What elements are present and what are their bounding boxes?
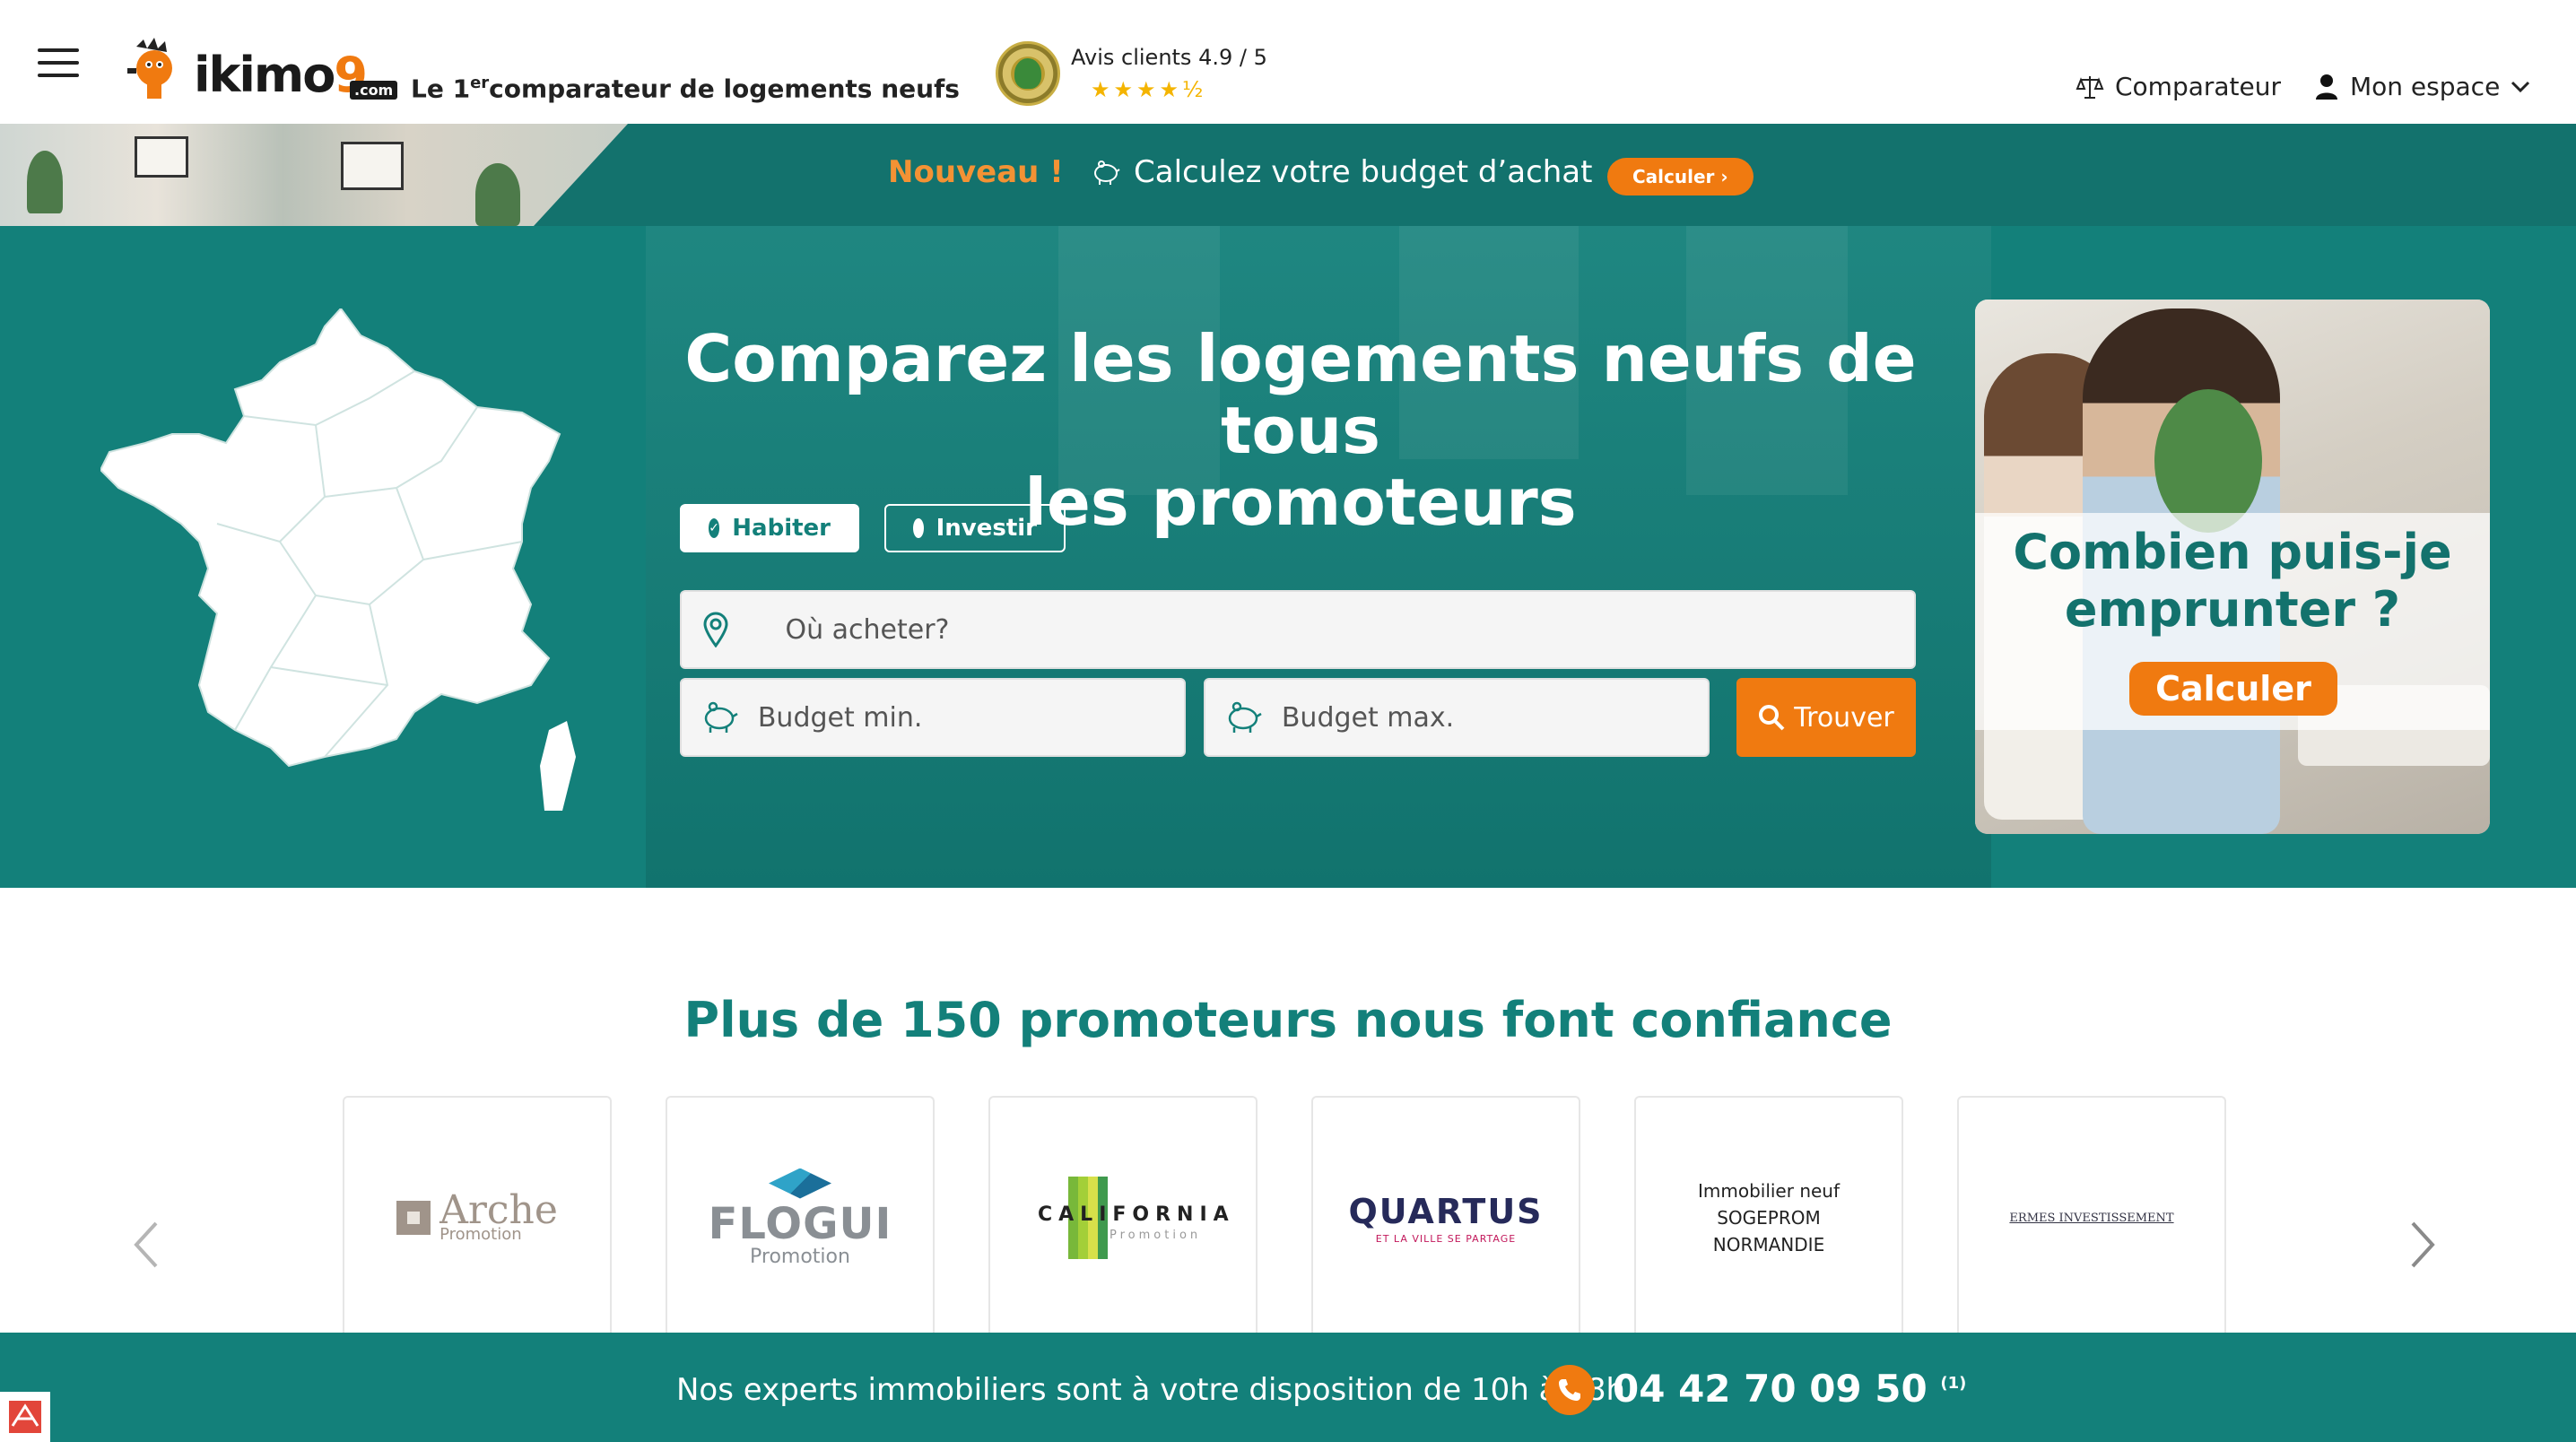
partner-logo-california[interactable]: CALIFORNIA Promotion [988,1096,1258,1338]
arche-name: Arche [439,1186,558,1233]
quartus-sub: ET LA VILLE SE PARTAGE [1375,1232,1517,1245]
quartus-name: QUARTUS [1348,1191,1544,1231]
sogeprom-line1: Immobilier neuf [1697,1180,1841,1202]
widget-icon [9,1401,41,1433]
toggle-investir-label: Investir [936,515,1037,542]
user-icon [2316,74,2337,100]
partner-logo-quartus[interactable]: QUARTUS ET LA VILLE SE PARTAGE [1311,1096,1580,1338]
hero-section: Comparez les logements neufs de tous les… [0,226,2576,888]
flogui-name: FLOGUI [708,1198,892,1249]
logo-wordmark: ikimo9 [194,47,368,103]
promo-calculer-button[interactable]: Calculer › [1607,158,1754,195]
award-seal-icon [996,41,1060,106]
mascot-icon [127,38,172,99]
radio-icon [913,518,924,538]
promo-banner: Nouveau ! Calculez votre budget d’achat [0,124,2576,226]
flogui-sub: Promotion [750,1245,850,1268]
piggy-bank-icon [1094,161,1120,185]
loan-card-title-line2: emprunter ? [2064,581,2401,638]
toggle-investir[interactable]: Investir [884,504,1066,552]
loan-simulator-card[interactable]: Combien puis-je emprunter ? Calculer [1975,300,2490,834]
budget-max-input[interactable] [1281,701,1708,734]
chevron-down-icon [2511,81,2530,92]
logo[interactable]: ikimo9 .com [124,34,402,106]
partner-logo-arche[interactable]: Arche Promotion [343,1096,612,1338]
phone-number[interactable]: 04 42 70 09 50 (1) [1613,1367,1966,1411]
promo-text-label: Calculez votre budget d’achat [1134,154,1593,190]
customer-reviews[interactable]: Avis clients 4.9 / 5 ★★★★½ [996,41,1267,109]
site-header: ikimo9 .com Le 1ercomparateur de logemen… [0,0,2576,124]
loan-calculer-button[interactable]: Calculer [2129,662,2337,716]
budget-min-field[interactable] [680,678,1186,757]
contact-text: Nos experts immobiliers sont à votre dis… [676,1372,1635,1408]
map-pin-icon [703,612,728,647]
nav-comparateur-label: Comparateur [2115,72,2282,101]
hero-title-line1: Comparez les logements neufs de tous [684,321,1917,468]
piggy-bank-icon [1229,701,1263,733]
california-name: CALIFORNIA [1038,1203,1235,1226]
nav-mon-espace-label: Mon espace [2350,72,2501,101]
budget-max-field[interactable] [1204,678,1710,757]
reviews-label: Avis clients 4.9 / 5 [1071,45,1267,70]
chevron-right-icon[interactable] [2404,1220,2440,1270]
ermes-name: ERMES INVESTISSEMENT [2009,1211,2174,1225]
nav-comparateur[interactable]: Comparateur [2076,72,2281,101]
loan-card-title-line1: Combien puis-je [2013,524,2452,580]
scale-icon [2076,75,2104,99]
sogeprom-line3: NORMANDIE [1712,1234,1825,1255]
arche-mark-icon [396,1201,431,1235]
flogui-mark-icon [768,1168,831,1199]
sogeprom-line2: SOGEPROM [1717,1207,1821,1229]
partner-logo-sogeprom[interactable]: Immobilier neuf SOGEPROM NORMANDIE [1634,1096,1903,1338]
widget-badge[interactable] [0,1392,50,1442]
california-sub: Promotion [1110,1229,1202,1242]
logo-domain: .com [350,81,398,100]
menu-icon[interactable] [38,48,79,77]
find-button-label: Trouver [1794,701,1894,734]
toggle-habiter-label: Habiter [732,515,831,542]
nav-mon-espace[interactable]: Mon espace [2314,72,2530,101]
phone-icon[interactable] [1545,1365,1595,1415]
piggy-bank-icon [705,701,739,733]
toggle-habiter[interactable]: ✓ Habiter [680,504,859,552]
rating-stars: ★★★★½ [1091,77,1207,102]
location-field[interactable] [680,590,1916,669]
check-icon: ✓ [709,518,720,538]
location-input[interactable] [749,613,1914,646]
partner-logo-ermes[interactable]: ERMES INVESTISSEMENT [1957,1096,2226,1338]
france-map[interactable] [100,308,585,829]
loan-card-title: Combien puis-je emprunter ? [1975,524,2490,638]
promo-banner-photo [0,124,628,226]
tagline: Le 1ercomparateur de logements neufs [411,74,960,104]
partner-logo-flogui[interactable]: FLOGUI Promotion [666,1096,935,1338]
partners-title: Plus de 150 promoteurs nous font confian… [683,992,1893,1048]
search-icon [1759,705,1785,731]
contact-bar: Nos experts immobiliers sont à votre dis… [0,1333,2576,1442]
promo-new-label: Nouveau ! [888,154,1064,190]
find-button[interactable]: Trouver [1736,678,1916,757]
promo-text: Calculez votre budget d’achat [1091,154,1592,190]
chevron-left-icon[interactable] [129,1220,165,1270]
budget-min-input[interactable] [757,701,1184,734]
